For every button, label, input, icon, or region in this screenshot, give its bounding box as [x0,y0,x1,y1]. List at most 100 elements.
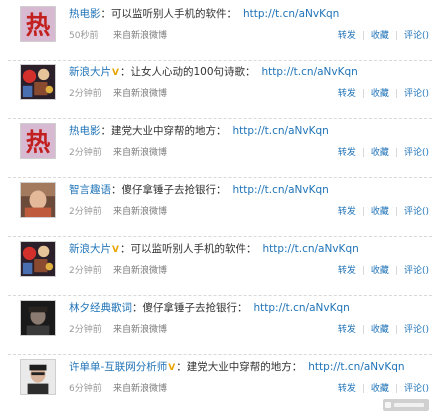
author-separator: ： [100,8,112,20]
post-timestamp-link[interactable]: 50秒前 [69,29,113,43]
favorite-button[interactable]: 收藏 [371,148,389,158]
action-divider: | [394,266,398,276]
short-url-link[interactable]: http://t.cn/aNvKqn [308,361,404,373]
author-separator: ： [119,243,131,255]
author-avatar[interactable] [20,300,56,336]
repost-button[interactable]: 转发 [338,89,356,99]
author-name-link[interactable]: 许单单-互联网分析师 [69,361,167,373]
author-name-link[interactable]: 新浪大片 [69,66,111,78]
action-divider: | [394,384,398,394]
favorite-button[interactable]: 收藏 [371,384,389,394]
repost-button[interactable]: 转发 [338,384,356,394]
repost-button[interactable]: 转发 [338,325,356,335]
author-separator: ： [132,302,143,314]
author-avatar[interactable] [20,241,56,277]
post-actions: 转发 | 收藏 | 评论() [338,264,429,278]
action-divider: | [394,89,398,99]
feed-post: 热 热电影：建党大业中穿帮的地方： http://t.cn/aNvKqn 2分钟前来… [8,120,432,178]
comment-button[interactable]: 评论() [404,31,429,41]
author-name-link[interactable]: 热电影 [69,125,101,137]
action-divider: | [394,148,398,158]
post-timestamp-link[interactable]: 2分钟前 [69,146,113,160]
action-divider: | [394,31,398,41]
comment-button[interactable]: 评论() [404,207,429,217]
post-source: 来自新浪微博 [113,31,168,41]
post-content: 傻仔拿锤子去抢银行： [142,302,248,314]
action-divider: | [394,325,398,335]
action-divider: | [361,148,365,158]
post-content: 建党大业中穿帮的地方： [186,361,303,373]
post-source: 来自新浪微博 [113,207,168,217]
short-url-link[interactable]: http://t.cn/aNvKqn [233,184,329,196]
favorite-button[interactable]: 收藏 [371,207,389,217]
portrait-avatar-image [21,183,55,217]
post-actions: 转发 | 收藏 | 评论() [338,205,429,219]
feed-post: 新浪大片V：让女人心动的100句诗歌： http://t.cn/aNvKqn 2分钟… [8,61,432,119]
post-actions: 转发 | 收藏 | 评论() [338,29,429,43]
post-actions: 转发 | 收藏 | 评论() [338,146,429,160]
post-source: 来自新浪微博 [113,266,168,276]
action-divider: | [361,325,365,335]
post-actions: 转发 | 收藏 | 评论() [338,323,429,337]
post-source: 来自新浪微博 [113,325,168,335]
author-avatar[interactable] [20,182,56,218]
feed-post: 智言趣语：傻仔拿锤子去抢银行： http://t.cn/aNvKqn 2分钟前 来自新… [8,179,432,237]
post-content: 让女人心动的100句诗歌： [130,66,256,78]
post-meta: 50秒前 来自新浪微博 转发 | 收藏 | 评论() [69,29,429,43]
comment-button[interactable]: 评论() [404,266,429,276]
short-url-link[interactable]: http://t.cn/aNvKqn [262,243,358,255]
post-timestamp-link[interactable]: 2分钟前 [69,264,113,278]
action-divider: | [361,31,365,41]
short-url-link[interactable]: http://t.cn/aNvKqn [233,125,329,137]
comment-button[interactable]: 评论() [404,148,429,158]
short-url-link[interactable]: http://t.cn/aNvKqn [243,8,339,20]
man-portrait-avatar-image [21,360,55,394]
post-source: 来自新浪微博 [113,148,168,158]
feed-post: 许单单-互联网分析师V：建党大业中穿帮的地方： http://t.cn/aNvKq… [8,356,432,414]
author-name-link[interactable]: 新浪大片 [69,243,111,255]
watermark-logo [383,399,429,411]
post-body: 林夕经典歌词：傻仔拿锤子去抢银行： http://t.cn/aNvKqn [69,300,350,316]
repost-button[interactable]: 转发 [338,207,356,217]
comment-button[interactable]: 评论() [404,384,429,394]
short-url-link[interactable]: http://t.cn/aNvKqn [254,302,350,314]
author-avatar[interactable] [20,359,56,395]
post-meta: 2分钟前 来自新浪微博 转发 | 收藏 | 评论() [69,205,429,219]
repost-button[interactable]: 转发 [338,266,356,276]
favorite-button[interactable]: 收藏 [371,325,389,335]
verified-badge-icon: V [112,245,119,255]
comment-button[interactable]: 评论() [404,325,429,335]
post-timestamp-link[interactable]: 2分钟前 [69,87,113,101]
repost-button[interactable]: 转发 [338,31,356,41]
author-separator: ： [100,125,112,137]
post-meta: 6分钟前 来自新浪微博 转发 | 收藏 | 评论() [69,382,429,396]
post-source: 来自新浪微博 [113,89,168,99]
author-name-link[interactable]: 林夕经典歌词 [69,302,132,314]
movie-poster-avatar-image [21,65,55,99]
post-source: 来自新浪微博 [113,384,168,394]
author-name-link[interactable]: 热电影 [69,8,101,20]
post-content: 可以监听别人手机的软件： [111,8,237,20]
post-timestamp-link[interactable]: 2分钟前 [69,205,113,219]
post-content: 傻仔拿锤子去抢银行： [121,184,227,196]
repost-button[interactable]: 转发 [338,148,356,158]
short-url-link[interactable]: http://t.cn/aNvKqn [262,66,358,78]
post-timestamp-link[interactable]: 6分钟前 [69,382,113,396]
author-avatar[interactable] [20,64,56,100]
verified-badge-icon: V [112,68,119,78]
feed-post: 热 热电影：可以监听别人手机的软件： http://t.cn/aNvKqn 50秒前… [8,3,432,61]
favorite-button[interactable]: 收藏 [371,89,389,99]
favorite-button[interactable]: 收藏 [371,266,389,276]
action-divider: | [361,89,365,99]
author-separator: ： [176,361,187,373]
post-body: 热电影：建党大业中穿帮的地方： http://t.cn/aNvKqn [69,123,329,139]
favorite-button[interactable]: 收藏 [371,31,389,41]
author-name-link[interactable]: 智言趣语 [69,184,111,196]
author-avatar[interactable]: 热 [20,6,56,42]
post-actions: 转发 | 收藏 | 评论() [338,382,429,396]
post-timestamp-link[interactable]: 2分钟前 [69,323,113,337]
svg-text:热: 热 [26,10,51,39]
action-divider: | [361,207,365,217]
comment-button[interactable]: 评论() [404,89,429,99]
author-avatar[interactable]: 热 [20,123,56,159]
